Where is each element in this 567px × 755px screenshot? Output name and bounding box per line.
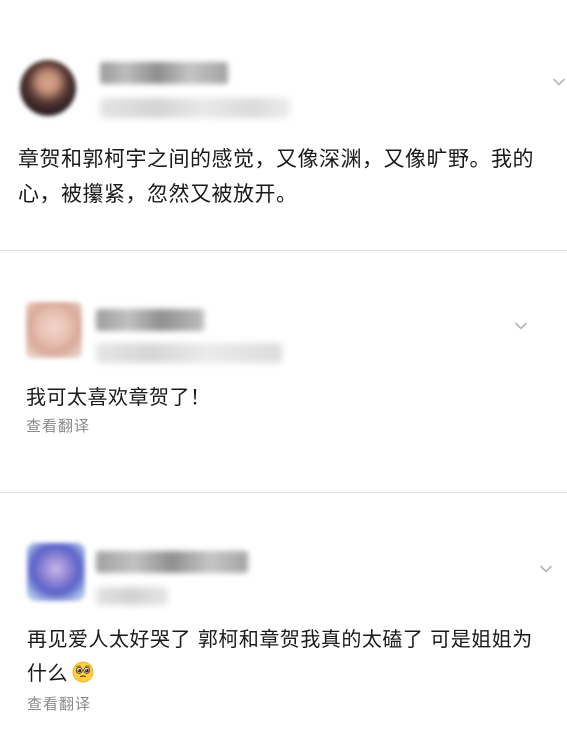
post-text-body: 再见爱人太好哭了 郭柯和章贺我真的太磕了 可是姐姐为什么 [27, 627, 533, 685]
user-avatar[interactable] [27, 543, 85, 601]
username-blurred[interactable] [96, 309, 204, 331]
post-meta-blurred [96, 343, 282, 363]
post-meta-blurred [100, 98, 290, 118]
post-text: 我可太喜欢章贺了！ [26, 385, 211, 409]
post-2: 我可太喜欢章贺了！ 查看翻译 [0, 251, 567, 492]
user-avatar[interactable] [20, 60, 76, 116]
username-blurred[interactable] [96, 551, 248, 573]
view-translation-link[interactable]: 查看翻译 [26, 415, 90, 436]
user-avatar[interactable] [26, 302, 82, 358]
post-3: 再见爱人太好哭了 郭柯和章贺我真的太磕了 可是姐姐为什么 查看翻译 [0, 493, 567, 755]
post-meta-blurred [96, 587, 168, 605]
chevron-down-icon[interactable] [553, 76, 565, 88]
post-1: 章贺和郭柯宇之间的感觉，又像深渊，又像旷野。我的心，被攥紧，忽然又被放开。 [0, 0, 567, 250]
post-text: 再见爱人太好哭了 郭柯和章贺我真的太磕了 可是姐姐为什么 [27, 622, 545, 690]
chevron-down-icon[interactable] [515, 320, 527, 332]
post-text: 章贺和郭柯宇之间的感觉，又像深渊，又像旷野。我的心，被攥紧，忽然又被放开。 [18, 147, 534, 206]
pleading-face-icon [72, 659, 94, 683]
chevron-down-icon[interactable] [540, 563, 552, 575]
view-translation-link[interactable]: 查看翻译 [27, 693, 91, 714]
username-blurred[interactable] [100, 62, 228, 84]
